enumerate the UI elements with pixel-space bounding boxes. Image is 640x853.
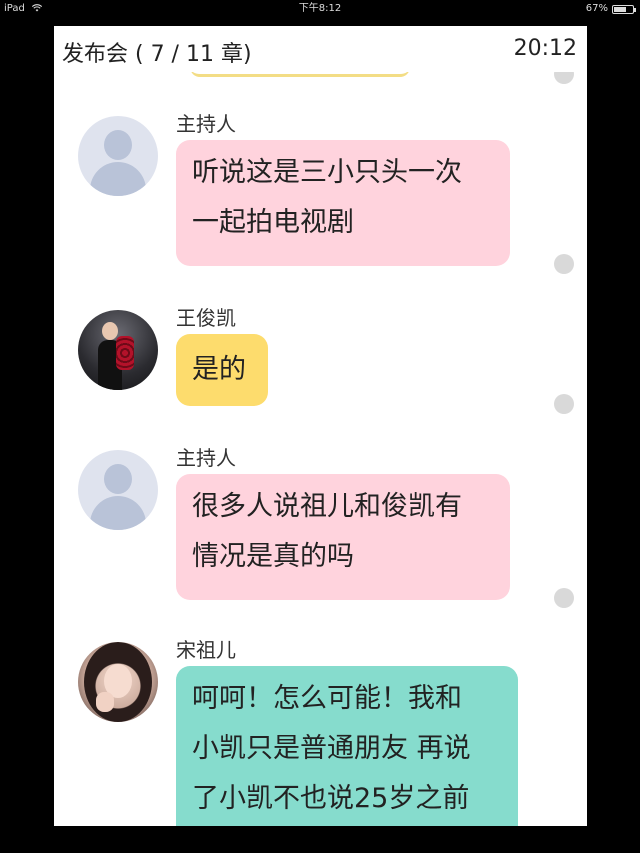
battery-icon [612, 4, 636, 14]
message-bubble[interactable]: 呵呵！怎么可能！我和 小凯只是普通朋友 再说 了小凯不也说25岁之前 [176, 666, 518, 826]
chapter-title: 发布会 ( 7 / 11 章) [62, 42, 252, 67]
speaker-name: 宋祖儿 [176, 638, 236, 662]
battery-percent: 67% [585, 3, 608, 14]
photo-avatar-girl[interactable] [78, 642, 158, 722]
message-line: 很多人说祖儿和俊凯有 [192, 491, 462, 522]
status-time: 下午8:12 [298, 3, 342, 14]
avatar-body-shape [90, 496, 146, 530]
header-time: 20:12 [513, 36, 577, 61]
message-status-dot [554, 588, 574, 608]
photo-avatar-man-with-roses[interactable] [78, 310, 158, 390]
speaker-name: 主持人 [176, 112, 236, 136]
status-battery: 67% [585, 0, 636, 18]
message-line: 呵呵！怎么可能！我和 [192, 683, 462, 714]
avatar-face-shape [102, 322, 118, 340]
default-person-avatar[interactable] [78, 450, 158, 530]
message-line: 一起拍电视剧 [192, 207, 354, 238]
avatar-body-shape [90, 162, 146, 196]
message-line: 听说这是三小只头一次 [192, 157, 462, 188]
avatar-head-shape [104, 464, 132, 494]
message-line: 了小凯不也说25岁之前 [192, 783, 470, 814]
speaker-name: 主持人 [176, 446, 236, 470]
battery-fill [614, 6, 626, 12]
message-bubble[interactable]: 很多人说祖儿和俊凯有 情况是真的吗 [176, 474, 510, 600]
message-bubble[interactable]: 是的 [176, 334, 268, 406]
message-line: 是的 [192, 354, 246, 385]
status-bar: iPad 下午8:12 67% [0, 0, 640, 18]
chat-reader-screen[interactable]: 发布会 ( 7 / 11 章) 20:12 主持人 听说这是三小只头一次 一起拍… [54, 26, 587, 826]
message-line: 情况是真的吗 [192, 541, 354, 572]
speaker-name: 王俊凯 [176, 306, 236, 330]
message-status-dot [554, 254, 574, 274]
rose-bouquet-shape [116, 336, 134, 370]
default-person-avatar[interactable] [78, 116, 158, 196]
reader-header: 发布会 ( 7 / 11 章) 20:12 [54, 26, 587, 72]
message-bubble[interactable]: 听说这是三小只头一次 一起拍电视剧 [176, 140, 510, 266]
message-line: 小凯只是普通朋友 再说 [192, 733, 471, 764]
message-status-dot [554, 394, 574, 414]
avatar-head-shape [104, 130, 132, 160]
avatar-hand-shape [96, 692, 114, 712]
